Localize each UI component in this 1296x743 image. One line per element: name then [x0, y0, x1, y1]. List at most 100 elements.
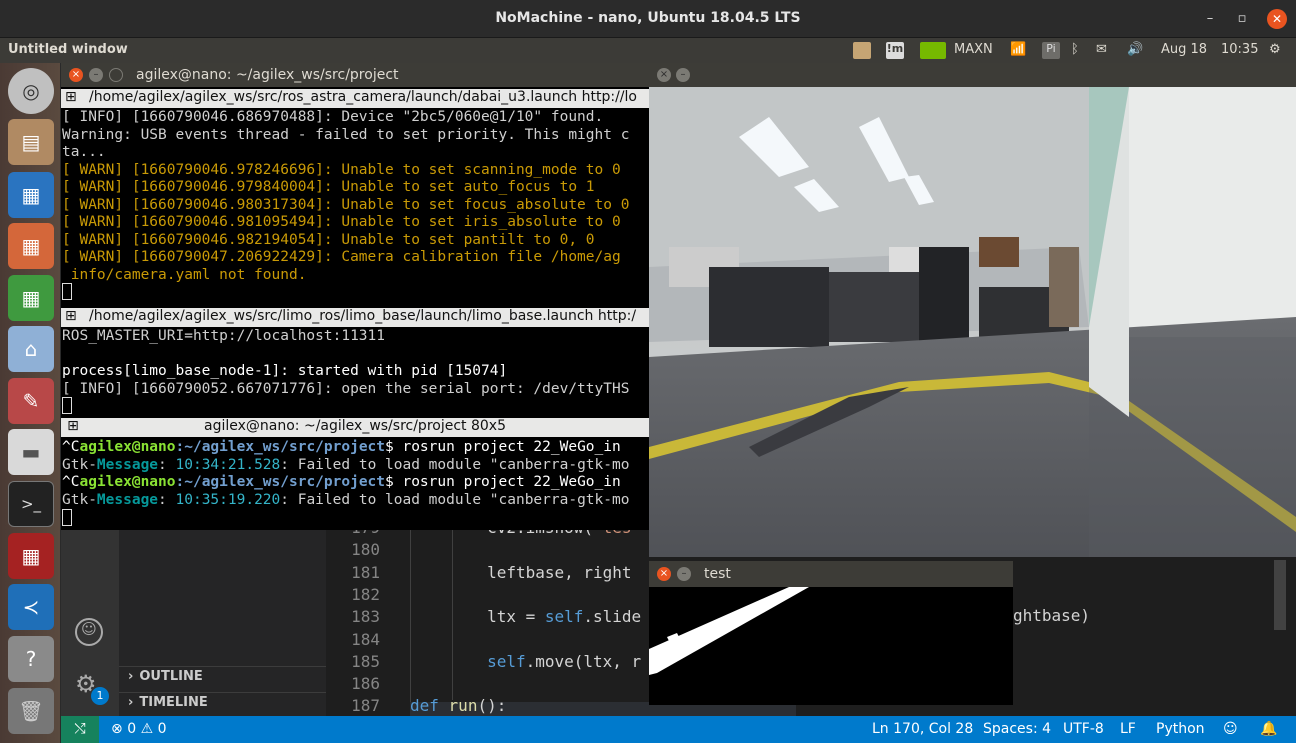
test-titlebar: × – test — [649, 561, 1013, 587]
vscode-sidebar — [119, 530, 326, 716]
test-close-icon[interactable]: × — [657, 567, 671, 581]
remote-icon[interactable]: ⤭ — [61, 716, 99, 743]
calc-icon[interactable]: ▦ — [8, 275, 54, 321]
close-icon[interactable]: ✕ — [1267, 9, 1287, 29]
terminal-line: [ WARN] [1660790046.979840004]: Unable t… — [62, 179, 595, 195]
vscode-icon[interactable]: ≺ — [8, 584, 54, 630]
volume-icon[interactable]: 🔊 — [1127, 42, 1143, 57]
system-settings-icon[interactable]: ✎ — [8, 378, 54, 424]
camera-feed-image — [649, 87, 1296, 557]
vscode-activity-bar: ☺ ⚙ 1 — [61, 530, 119, 716]
problems-indicator[interactable]: ⊗ 0 ⚠ 0 — [111, 721, 167, 737]
wifi-icon[interactable]: 📶 — [1010, 42, 1026, 57]
terminal-maximize-icon[interactable] — [109, 68, 123, 82]
nomachine-launcher-icon[interactable]: ▦ — [8, 533, 54, 579]
pane1-cursor — [62, 282, 72, 300]
pi-indicator[interactable]: Pi — [1042, 42, 1060, 59]
pane3-line-1: ^Cagilex@nano:~/agilex_ws/src/project$ r… — [62, 439, 621, 455]
terminal-minimize-icon[interactable]: – — [89, 68, 103, 82]
terminal-titlebar: × – agilex@nano: ~/agilex_ws/src/project — [61, 63, 649, 87]
files-icon[interactable]: ▤ — [8, 119, 54, 165]
pane2-cursor — [62, 396, 72, 414]
line-number: 184 — [351, 629, 380, 649]
terminal-title: agilex@nano: ~/agilex_ws/src/project — [136, 67, 399, 83]
nomachine-titlebar: NoMachine - nano, Ubuntu 18.04.5 LTS – ▫… — [0, 0, 1296, 38]
software-center-icon[interactable]: ⌂ — [8, 326, 54, 372]
terminal-line: [ INFO] [1660790046.686970488]: Device "… — [62, 109, 604, 125]
camera-titlebar: × – — [649, 63, 1296, 87]
window-title: Untitled window — [8, 42, 128, 57]
pane1-header[interactable]: ⊞/home/agilex/agilex_ws/src/ros_astra_ca… — [61, 89, 649, 108]
split-icon[interactable]: ⊞ — [65, 418, 81, 434]
pane3-line-4: Gtk-Message: 10:35:19.220: Failed to loa… — [62, 492, 630, 508]
outline-section[interactable]: › OUTLINE — [128, 669, 203, 684]
clipboard-icon[interactable] — [853, 42, 871, 59]
clock-label[interactable]: 10:35 — [1221, 42, 1258, 57]
bluetooth-icon[interactable]: ᛒ — [1071, 42, 1079, 57]
pane3-cursor — [62, 508, 72, 526]
line-number: 186 — [351, 674, 380, 694]
warning-icon: ⚠ — [140, 721, 154, 737]
encoding[interactable]: UTF-8 — [1063, 721, 1104, 737]
line-number: 182 — [351, 584, 380, 604]
split-icon[interactable]: ⊞ — [65, 308, 81, 324]
cursor-position[interactable]: Ln 170, Col 28 — [872, 721, 973, 737]
line-text: ltx = self.slide — [410, 607, 642, 627]
pane3-header[interactable]: ⊞ agilex@nano: ~/agilex_ws/src/project 80… — [61, 418, 649, 437]
line-text: def run(): — [410, 696, 507, 716]
line-number: 185 — [351, 651, 380, 671]
lane-mask-image — [649, 587, 1013, 705]
power-mode[interactable]: MAXN — [954, 42, 993, 57]
gear-icon[interactable]: ⚙ — [1269, 42, 1281, 57]
indentation[interactable]: Spaces: 4 — [983, 721, 1051, 737]
writer-icon[interactable]: ▦ — [8, 172, 54, 218]
terminator-window[interactable]: × – agilex@nano: ~/agilex_ws/src/project… — [61, 63, 649, 530]
terminal-line: [ WARN] [1660790046.982194054]: Unable t… — [62, 231, 595, 248]
test-window[interactable]: × – test — [649, 561, 1013, 705]
pane3-line-3: ^Cagilex@nano:~/agilex_ws/src/project$ r… — [62, 474, 621, 490]
nomachine-icon[interactable]: !m — [886, 42, 904, 59]
camera-minimize-icon[interactable]: – — [676, 68, 690, 82]
line-ending[interactable]: LF — [1120, 721, 1136, 737]
language-mode[interactable]: Python — [1156, 721, 1205, 737]
line-text: leftbase, right — [410, 562, 632, 582]
help-icon[interactable]: ? — [8, 636, 54, 682]
test-title: test — [704, 566, 731, 582]
ubuntu-dash-icon[interactable]: ◎ — [8, 68, 54, 114]
date-label[interactable]: Aug 18 — [1161, 42, 1207, 57]
terminal-icon[interactable]: >_ — [8, 481, 54, 527]
minimize-icon[interactable]: – — [1200, 9, 1220, 29]
mail-icon[interactable]: ✉ — [1096, 42, 1107, 57]
terminal-line: [ WARN] [1660790046.980317304]: Unable t… — [62, 196, 630, 213]
terminal-close-icon[interactable]: × — [69, 68, 83, 82]
account-icon[interactable]: ☺ — [75, 618, 103, 646]
camera-close-icon[interactable]: × — [657, 68, 671, 82]
terminal-line: info/camera.yaml not found. — [62, 266, 307, 283]
timeline-section[interactable]: › TIMELINE — [128, 695, 208, 710]
line-number: 183 — [351, 607, 380, 627]
pane2-header[interactable]: ⊞/home/agilex/agilex_ws/src/limo_ros/lim… — [61, 308, 649, 327]
terminal-line: [ WARN] [1660790046.978246696]: Unable t… — [62, 161, 621, 178]
maximize-icon[interactable]: ▫ — [1232, 9, 1252, 29]
terminal-line: [ WARN] [1660790046.981095494]: Unable t… — [62, 214, 621, 230]
camera-window[interactable]: × – — [649, 63, 1296, 557]
top-panel: Untitled window !m MAXN 📶 Pi ᛒ ✉ 🔊 Aug 1… — [0, 38, 1296, 63]
split-icon[interactable]: ⊞ — [65, 89, 81, 105]
nvidia-icon[interactable] — [920, 42, 946, 59]
trash-icon[interactable]: 🗑 — [8, 688, 54, 734]
settings-badge: 1 — [91, 687, 109, 705]
error-icon: ⊗ — [111, 721, 123, 737]
impress-icon[interactable]: ▦ — [8, 223, 54, 269]
terminal-line: ROS_MASTER_URI=http://localhost:11311 — [62, 328, 386, 344]
pane3-line-2: Gtk-Message: 10:34:21.528: Failed to loa… — [62, 457, 630, 473]
terminal-line: ta... — [62, 144, 106, 160]
feedback-icon[interactable]: ☺ — [1223, 721, 1238, 737]
terminal-line: process[limo_base_node-1]: started with … — [62, 363, 508, 379]
notifications-icon[interactable]: 🔔 — [1260, 721, 1277, 737]
test-minimize-icon[interactable]: – — [677, 567, 691, 581]
line-text: self.move(ltx, r — [487, 651, 642, 671]
nomachine-title: NoMachine - nano, Ubuntu 18.04.5 LTS — [495, 10, 801, 26]
drive-icon[interactable]: ▬ — [8, 429, 54, 475]
terminal-line: [ WARN] [1660790047.206922429]: Camera c… — [62, 249, 621, 265]
line-number: 187 — [351, 696, 380, 716]
